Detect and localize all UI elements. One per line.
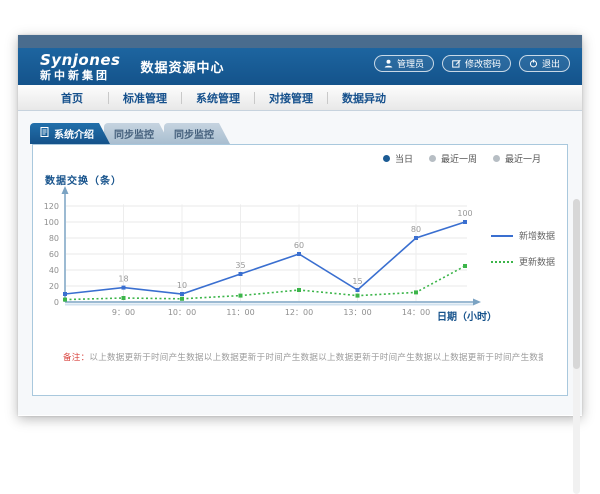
svg-text:13：00: 13：00 (343, 308, 371, 317)
logout-icon (529, 59, 538, 68)
filter-label: 最近一周 (441, 152, 477, 165)
line-chart: 0 20 40 60 80 100 120 9：00 10：00 11：00 12：00 13：00 1… (33, 185, 493, 335)
logout-label: 退出 (542, 57, 560, 70)
logo-subtext: 新中新集团 (40, 70, 121, 81)
svg-text:35: 35 (235, 261, 245, 270)
svg-text:12：00: 12：00 (285, 308, 313, 317)
nav-item-home[interactable]: 首页 (36, 90, 108, 106)
footnote-text: 以上数据更新于时间产生数据以上数据更新于时间产生数据以上数据更新于时间产生数据以… (89, 353, 543, 363)
svg-text:11：00: 11：00 (226, 308, 254, 317)
legend-label: 更新数据 (519, 255, 555, 268)
document-icon (40, 127, 49, 140)
svg-text:10：00: 10：00 (168, 308, 196, 317)
radio-dot-icon (493, 155, 500, 162)
svg-text:120: 120 (44, 202, 59, 211)
svg-text:60: 60 (49, 250, 59, 259)
chart-legend: 新增数据 更新数据 (491, 229, 555, 268)
admin-user-button[interactable]: 管理员 (374, 55, 434, 72)
nav-item-standard-mgmt[interactable]: 标准管理 (109, 90, 181, 106)
svg-text:60: 60 (294, 241, 304, 250)
x-axis-title: 日期（小时） (437, 308, 497, 323)
company-logo: Synjones 新中新集团 (40, 53, 121, 81)
range-filters: 当日 最近一周 最近一月 (383, 152, 541, 165)
user-menu: 管理员 修改密码 退出 (374, 55, 570, 72)
nav-item-data-change[interactable]: 数据异动 (328, 90, 400, 106)
filter-last-month[interactable]: 最近一月 (493, 152, 541, 165)
radio-dot-icon (429, 155, 436, 162)
panel-tabs: 系统介绍 同步监控 同步监控 (30, 123, 230, 144)
tab-sync-monitor-2[interactable]: 同步监控 (164, 123, 230, 144)
filter-today[interactable]: 当日 (383, 152, 413, 165)
legend-label: 新增数据 (519, 229, 555, 242)
svg-text:0: 0 (54, 298, 59, 307)
chart-panel: 当日 最近一周 最近一月 数据交换（条） 0204060801001209：00… (32, 144, 568, 396)
legend-update-data: 更新数据 (491, 255, 555, 268)
tab-system-intro[interactable]: 系统介绍 (30, 123, 110, 144)
window-top-strip (18, 35, 582, 48)
svg-text:80: 80 (411, 225, 421, 234)
svg-text:18: 18 (118, 275, 128, 284)
filter-label: 当日 (395, 152, 413, 165)
footnote-prefix: 备注： (63, 353, 89, 363)
svg-text:20: 20 (49, 282, 59, 291)
nav-item-interface-mgmt[interactable]: 对接管理 (255, 90, 327, 106)
svg-text:80: 80 (49, 234, 59, 243)
radio-dot-icon (383, 155, 390, 162)
nav-item-system-mgmt[interactable]: 系统管理 (182, 90, 254, 106)
tab-label: 同步监控 (174, 126, 214, 141)
svg-text:14：00: 14：00 (402, 308, 430, 317)
app-window: Synjones 新中新集团 数据资源中心 管理员 修改密码 退出 (18, 35, 582, 416)
svg-text:15: 15 (352, 277, 362, 286)
legend-new-data: 新增数据 (491, 229, 555, 242)
scrollbar-thumb[interactable] (573, 199, 580, 369)
change-password-label: 修改密码 (465, 57, 501, 70)
tab-label: 系统介绍 (54, 126, 94, 141)
footnote: 备注：以上数据更新于时间产生数据以上数据更新于时间产生数据以上数据更新于时间产生… (63, 351, 543, 363)
svg-text:10: 10 (177, 281, 187, 290)
svg-text:100: 100 (44, 218, 59, 227)
svg-text:100: 100 (457, 209, 472, 218)
change-password-button[interactable]: 修改密码 (442, 55, 511, 72)
main-nav: 首页 标准管理 系统管理 对接管理 数据异动 (18, 85, 582, 111)
filter-last-week[interactable]: 最近一周 (429, 152, 477, 165)
svg-text:40: 40 (49, 266, 59, 275)
edit-icon (452, 59, 461, 68)
admin-user-label: 管理员 (397, 57, 424, 70)
logo-text: Synjones (40, 53, 121, 68)
tab-sync-monitor-1[interactable]: 同步监控 (104, 123, 170, 144)
content-area: 系统介绍 同步监控 同步监控 当日 最近一周 (18, 111, 582, 415)
tab-label: 同步监控 (114, 126, 154, 141)
dotted-line-swatch (491, 261, 513, 263)
user-icon (384, 59, 393, 68)
filter-label: 最近一月 (505, 152, 541, 165)
page-title: 数据资源中心 (141, 57, 225, 76)
app-header: Synjones 新中新集团 数据资源中心 管理员 修改密码 退出 (18, 48, 582, 85)
svg-text:9：00: 9：00 (112, 308, 135, 317)
solid-line-swatch (491, 235, 513, 237)
logout-button[interactable]: 退出 (519, 55, 570, 72)
